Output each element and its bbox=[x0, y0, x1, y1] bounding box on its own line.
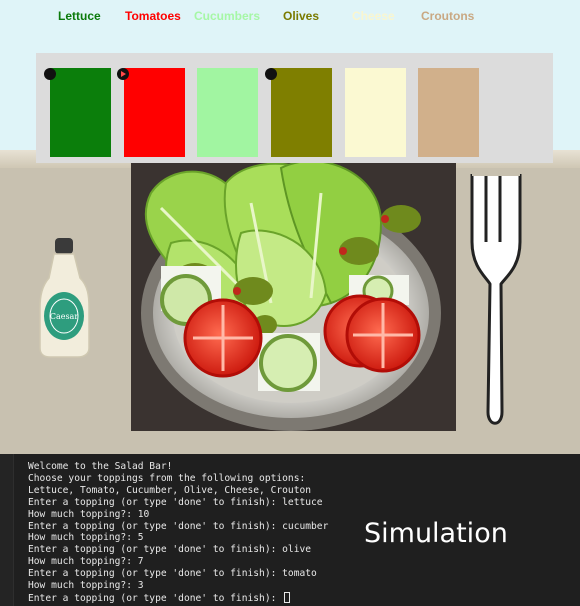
salad-bowl-image bbox=[131, 163, 456, 431]
terminal-line: Enter a topping (or type 'done' to finis… bbox=[28, 496, 323, 508]
swatch-cheese[interactable] bbox=[345, 68, 406, 157]
label-croutons: Croutons bbox=[421, 9, 475, 23]
label-cheese: Cheese bbox=[352, 9, 395, 23]
terminal-gutter bbox=[0, 454, 14, 606]
swatch-olives[interactable] bbox=[271, 68, 332, 157]
terminal-cursor bbox=[284, 591, 291, 603]
caesar-dressing-bottle: Caesar bbox=[36, 236, 94, 358]
drag-handle-tomatoes[interactable] bbox=[117, 68, 129, 80]
fork-illustration bbox=[466, 172, 526, 434]
terminal-line: Lettuce, Tomato, Cucumber, Olive, Cheese… bbox=[28, 484, 312, 496]
terminal-line: How much topping?: 3 bbox=[28, 580, 144, 592]
bottle-label-text: Caesar bbox=[50, 312, 79, 321]
terminal-line: Welcome to the Salad Bar! bbox=[28, 461, 173, 472]
label-cucumbers: Cucumbers bbox=[194, 9, 261, 23]
swatch-cucumbers[interactable] bbox=[197, 68, 258, 157]
topping-labels: Lettuce Tomatoes Cucumbers Olives Cheese… bbox=[0, 9, 580, 25]
terminal-line: How much topping?: 5 bbox=[28, 532, 144, 544]
simulation-title: Simulation bbox=[364, 518, 508, 549]
terminal-output: Welcome to the Salad Bar! Choose your to… bbox=[28, 461, 348, 605]
terminal-line: Enter a topping (or type 'done' to finis… bbox=[28, 520, 329, 532]
swatch-croutons[interactable] bbox=[418, 68, 479, 157]
play-arrow-icon bbox=[121, 71, 126, 77]
drag-handle-lettuce[interactable] bbox=[44, 68, 56, 80]
salad-illustration bbox=[131, 163, 456, 431]
terminal-line: Enter a topping (or type 'done' to finis… bbox=[28, 544, 312, 556]
swatch-lettuce[interactable] bbox=[50, 68, 111, 157]
swatch-tomatoes[interactable] bbox=[124, 68, 185, 157]
label-tomatoes: Tomatoes bbox=[125, 9, 181, 23]
drag-handle-olives[interactable] bbox=[265, 68, 277, 80]
terminal-line: How much topping?: 10 bbox=[28, 508, 150, 520]
terminal-prompt-line[interactable]: Enter a topping (or type 'done' to finis… bbox=[28, 591, 348, 605]
label-olives: Olives bbox=[283, 9, 320, 23]
terminal-line: How much topping?: 7 bbox=[28, 556, 144, 568]
label-lettuce: Lettuce bbox=[58, 9, 101, 23]
topping-swatch-tray bbox=[36, 53, 553, 163]
terminal-line: Choose your toppings from the following … bbox=[28, 472, 306, 484]
terminal-line: Enter a topping (or type 'done' to finis… bbox=[28, 568, 317, 580]
terminal-prompt-text: Enter a topping (or type 'done' to finis… bbox=[28, 592, 283, 604]
